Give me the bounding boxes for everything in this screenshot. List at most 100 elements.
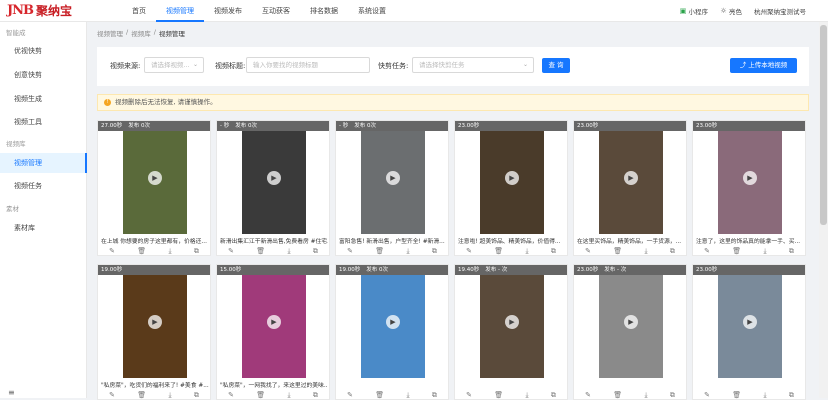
play-icon[interactable]: ▶ <box>386 314 400 329</box>
edit-icon[interactable]: ✎ <box>704 247 710 256</box>
nav-video-publish[interactable]: 视频发布 <box>204 0 252 22</box>
download-icon[interactable]: ⤓ <box>287 391 290 400</box>
download-icon[interactable]: ⤓ <box>644 391 647 400</box>
download-icon[interactable]: ⤓ <box>406 247 409 256</box>
video-thumbnail[interactable]: ▶ <box>480 121 544 234</box>
video-thumbnail[interactable]: ▶ <box>123 121 187 234</box>
nav-ranking[interactable]: 排名数据 <box>300 0 348 22</box>
edit-icon[interactable]: ✎ <box>109 247 115 256</box>
video-card[interactable]: ▶ 27.00秒 发布 0次 在上城 你想要的房子这里都有，价格还... ✎ 🗑 ⤓ ⧉ <box>97 120 211 256</box>
video-card[interactable]: ▶ - 秒发布 0次 富阳急售! 新滑出售，户型齐全! #新滑... ✎ 🗑 ⤓ ⧉ <box>335 120 449 256</box>
video-thumbnail[interactable]: ▶ <box>361 265 425 378</box>
scrollbar-thumb[interactable] <box>820 25 827 225</box>
publish-icon[interactable]: ⧉ <box>313 247 318 256</box>
publish-icon[interactable]: ⧉ <box>670 391 675 400</box>
edit-icon[interactable]: ✎ <box>228 391 234 400</box>
source-select[interactable]: 请选择视频... ⌄ <box>144 57 204 73</box>
edit-icon[interactable]: ✎ <box>466 247 472 256</box>
edit-icon[interactable]: ✎ <box>585 247 591 256</box>
video-thumbnail[interactable]: ▶ <box>123 265 187 378</box>
title-input[interactable]: 输入你要找的视频标题 <box>246 57 370 73</box>
publish-icon[interactable]: ⧉ <box>789 391 794 400</box>
video-thumbnail[interactable]: ▶ <box>242 265 306 378</box>
publish-icon[interactable]: ⧉ <box>670 247 675 256</box>
publish-icon[interactable]: ⧉ <box>432 247 437 256</box>
video-thumbnail[interactable]: ▶ <box>480 265 544 378</box>
publish-icon[interactable]: ⧉ <box>789 247 794 256</box>
play-icon[interactable]: ▶ <box>505 170 519 185</box>
download-icon[interactable]: ⤓ <box>406 391 409 400</box>
edit-icon[interactable]: ✎ <box>466 391 472 400</box>
delete-icon[interactable]: 🗑 <box>375 391 384 400</box>
download-icon[interactable]: ⤓ <box>287 247 290 256</box>
delete-icon[interactable]: 🗑 <box>256 247 265 256</box>
sidebar-item-creative[interactable]: 创意快剪 <box>0 65 87 85</box>
video-card[interactable]: ▶ 19.40秒 发布 - 次 ✎ 🗑 ⤓ ⧉ <box>454 264 568 400</box>
sidebar-item-material-lib[interactable]: 素材库 <box>0 218 87 238</box>
play-icon[interactable]: ▶ <box>624 170 638 185</box>
play-icon[interactable]: ▶ <box>743 170 757 185</box>
nav-interaction[interactable]: 互动获客 <box>252 0 300 22</box>
video-card[interactable]: ▶ 19.00秒 "私房菜"，吃货们的福利来了! #美食 #... ✎ 🗑 ⤓ ⧉ <box>97 264 211 400</box>
video-thumbnail[interactable]: ▶ <box>242 121 306 234</box>
sidebar-item-generate[interactable]: 视频生成 <box>0 89 87 109</box>
video-card[interactable]: ▶ 23.00秒 注意了，这里的饰品真的能拿一手、买... ✎ 🗑 ⤓ ⧉ <box>692 120 806 256</box>
video-thumbnail[interactable]: ▶ <box>599 265 663 378</box>
nav-settings[interactable]: 系统设置 <box>348 0 396 22</box>
query-button[interactable]: 查 询 <box>542 58 570 73</box>
task-select[interactable]: 请选择快剪任务 ⌄ <box>412 57 534 73</box>
video-thumbnail[interactable]: ▶ <box>718 265 782 378</box>
delete-icon[interactable]: 🗑 <box>494 247 503 256</box>
edit-icon[interactable]: ✎ <box>109 391 115 400</box>
play-icon[interactable]: ▶ <box>267 314 281 329</box>
video-card[interactable]: ▶ 23.00秒 发布 - 次 ✎ 🗑 ⤓ ⧉ <box>573 264 687 400</box>
crumb-1[interactable]: 视频管理 <box>97 28 123 38</box>
download-icon[interactable]: ⤓ <box>168 391 171 400</box>
vertical-scrollbar[interactable] <box>819 22 828 398</box>
crumb-2[interactable]: 视频库 <box>131 28 151 38</box>
edit-icon[interactable]: ✎ <box>585 391 591 400</box>
delete-icon[interactable]: 🗑 <box>137 391 146 400</box>
publish-icon[interactable]: ⧉ <box>194 391 199 400</box>
sidebar-item-video-manage[interactable]: 视频管理 <box>0 153 87 173</box>
delete-icon[interactable]: 🗑 <box>732 247 741 256</box>
skin-toggle[interactable]: ☼ 亮色 <box>720 6 742 16</box>
publish-icon[interactable]: ⧉ <box>313 391 318 400</box>
video-thumbnail[interactable]: ▶ <box>361 121 425 234</box>
edit-icon[interactable]: ✎ <box>347 391 353 400</box>
delete-icon[interactable]: 🗑 <box>137 247 146 256</box>
play-icon[interactable]: ▶ <box>148 314 162 329</box>
publish-icon[interactable]: ⧉ <box>551 247 556 256</box>
download-icon[interactable]: ⤓ <box>525 391 528 400</box>
video-card[interactable]: ▶ 23.00秒 在这里买饰品，精美饰品，一手货源，... ✎ 🗑 ⤓ ⧉ <box>573 120 687 256</box>
upload-video-button[interactable]: ⤴ 上传本地视频 <box>730 58 797 73</box>
video-thumbnail[interactable]: ▶ <box>599 121 663 234</box>
download-icon[interactable]: ⤓ <box>763 247 766 256</box>
delete-icon[interactable]: 🗑 <box>732 391 741 400</box>
video-thumbnail[interactable]: ▶ <box>718 121 782 234</box>
delete-icon[interactable]: 🗑 <box>613 391 622 400</box>
delete-icon[interactable]: 🗑 <box>256 391 265 400</box>
video-card[interactable]: ▶ 15.00秒 "私房菜"，一网我找了，来这里过的美味... ✎ 🗑 ⤓ ⧉ <box>216 264 330 400</box>
play-icon[interactable]: ▶ <box>148 170 162 185</box>
play-icon[interactable]: ▶ <box>505 314 519 329</box>
play-icon[interactable]: ▶ <box>386 170 400 185</box>
download-icon[interactable]: ⤓ <box>644 247 647 256</box>
sidebar-item-tools[interactable]: 视频工具 <box>0 112 87 132</box>
edit-icon[interactable]: ✎ <box>347 247 353 256</box>
nav-video-manage[interactable]: 视频管理 <box>156 0 204 22</box>
sidebar-item-video-task[interactable]: 视频任务 <box>0 176 87 196</box>
video-card[interactable]: ▶ 19.00秒 发布 0次 ✎ 🗑 ⤓ ⧉ <box>335 264 449 400</box>
play-icon[interactable]: ▶ <box>624 314 638 329</box>
publish-icon[interactable]: ⧉ <box>551 391 556 400</box>
delete-icon[interactable]: 🗑 <box>375 247 384 256</box>
play-icon[interactable]: ▶ <box>267 170 281 185</box>
play-icon[interactable]: ▶ <box>743 314 757 329</box>
download-icon[interactable]: ⤓ <box>525 247 528 256</box>
publish-icon[interactable]: ⧉ <box>432 391 437 400</box>
nav-home[interactable]: 首页 <box>122 0 156 22</box>
sidebar-item-youshi[interactable]: 优视快剪 <box>0 41 87 61</box>
download-icon[interactable]: ⤓ <box>168 247 171 256</box>
publish-icon[interactable]: ⧉ <box>194 247 199 256</box>
video-card[interactable]: ▶ 23.00秒 注意啦! 超美饰品、精美饰品，价值得... ✎ 🗑 ⤓ ⧉ <box>454 120 568 256</box>
